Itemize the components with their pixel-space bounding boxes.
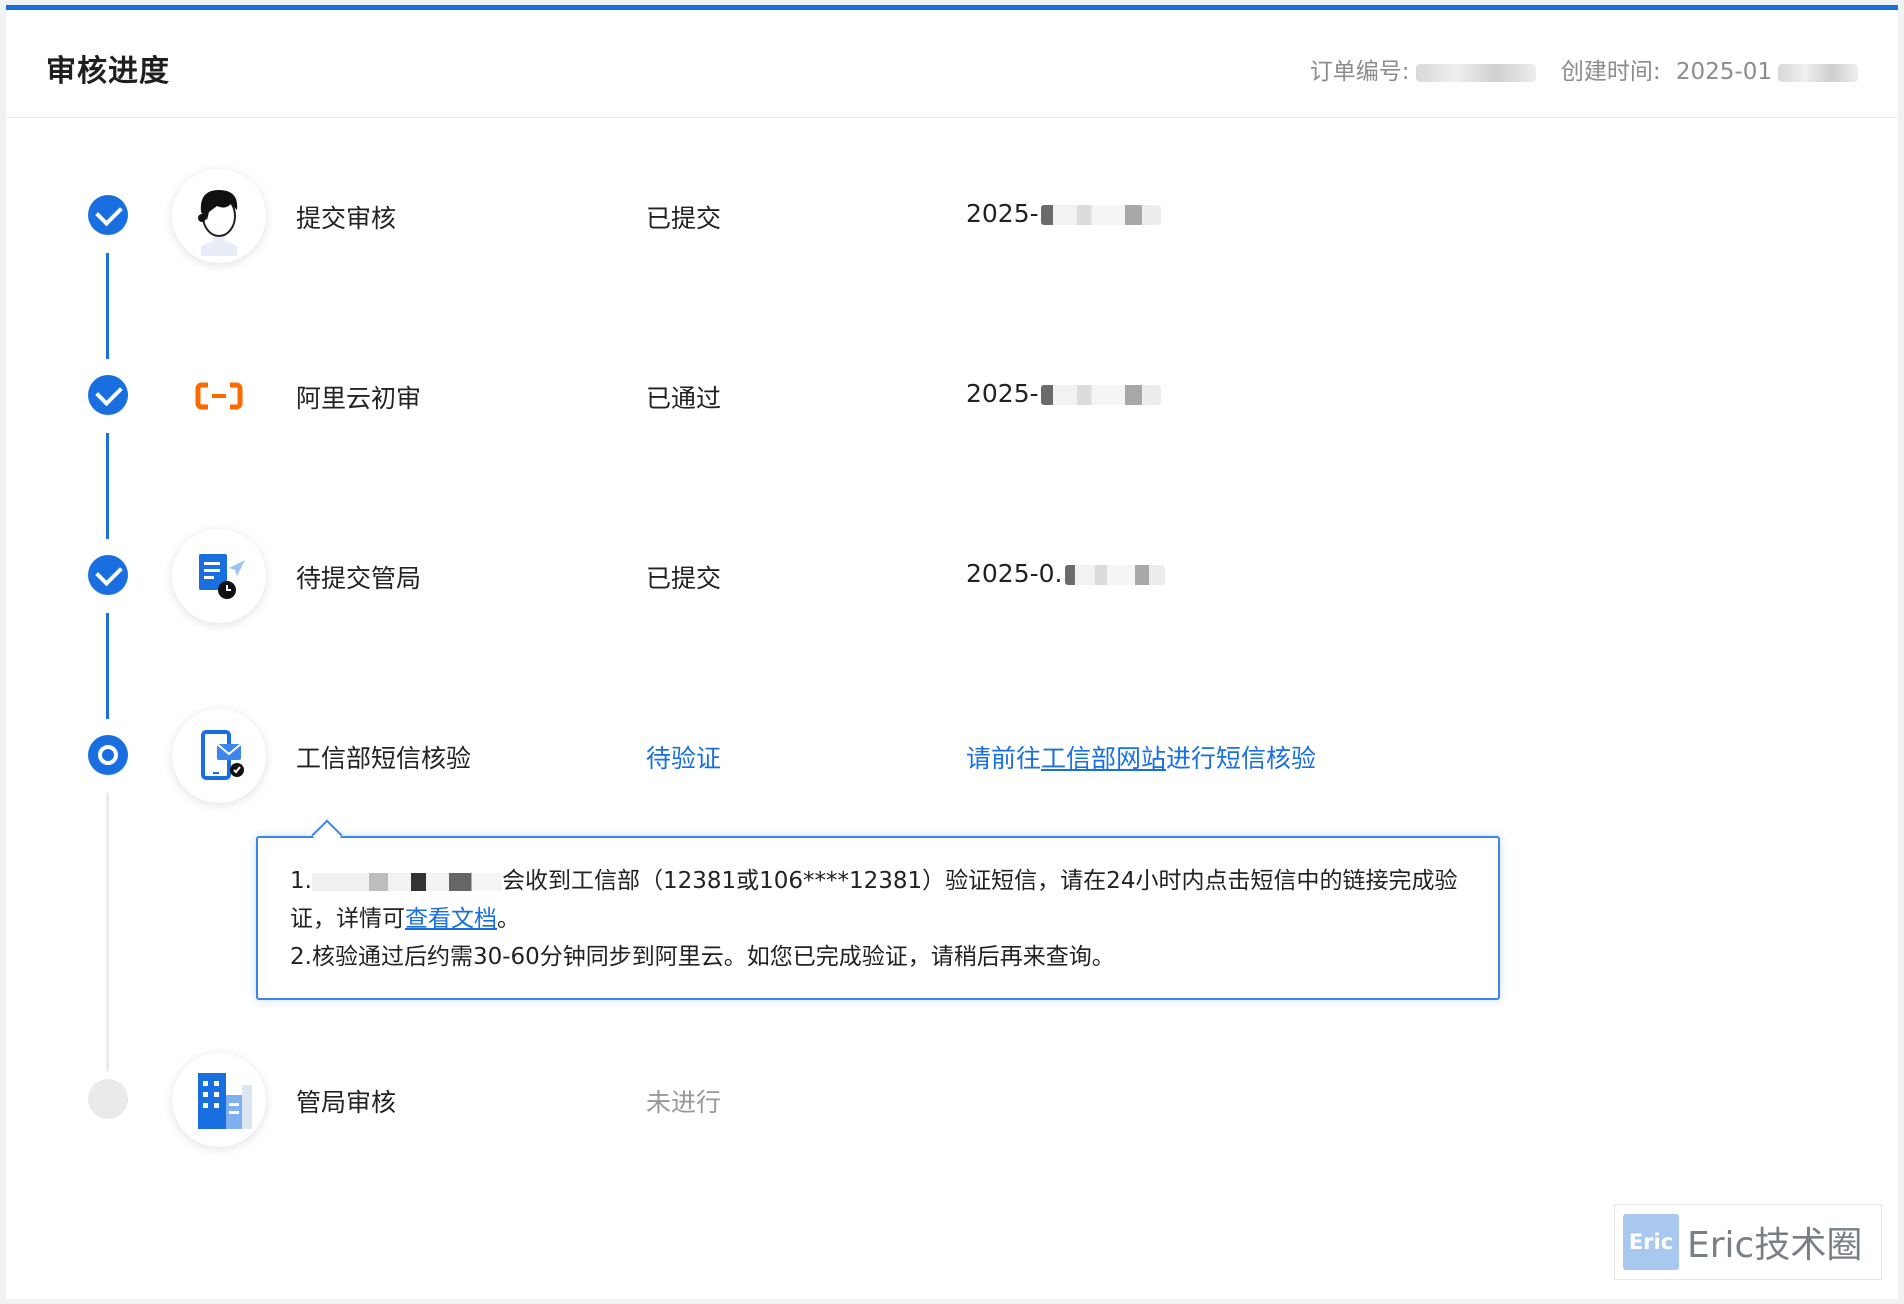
redacted-time <box>1040 385 1161 405</box>
tooltip-line1b-end: 。 <box>497 906 520 932</box>
step-status: 待验证 <box>646 744 722 773</box>
step-status: 已提交 <box>646 564 722 593</box>
redacted-time <box>1040 205 1161 225</box>
step-name: 提交审核 <box>296 204 397 233</box>
tooltip-line1b-text: 证，详情可 <box>290 906 405 932</box>
step-name: 待提交管局 <box>296 564 422 593</box>
created-time-label: 创建时间: <box>1560 59 1661 85</box>
header: 审核进度 订单编号: 创建时间: 2025-01 <box>6 10 1898 118</box>
step-status: 未进行 <box>646 1088 722 1117</box>
step-time: 2025-0. <box>966 559 1165 588</box>
tooltip-line1-text: 会收到工信部（12381或106****12381）验证短信，请在24小时内点击… <box>501 868 1458 894</box>
user-avatar-icon <box>172 169 266 263</box>
order-meta: 订单编号: 创建时间: 2025-01 <box>1310 52 1858 86</box>
step-time-value: 2025- <box>966 199 1039 228</box>
step-done-marker <box>88 555 128 595</box>
building-icon <box>172 1053 266 1147</box>
page-title: 审核进度 <box>46 54 170 89</box>
step-submit-review: 提交审核 已提交 2025- <box>0 161 1904 271</box>
order-number-label: 订单编号: <box>1309 59 1410 85</box>
step-time-value: 2025- <box>966 379 1039 408</box>
phone-message-icon <box>172 709 266 803</box>
step-time-value: 2025-0. <box>966 559 1063 588</box>
step-aliyun-initial-review: 阿里云初审 已通过 2025- <box>0 341 1904 451</box>
step-status: 已提交 <box>646 204 722 233</box>
redacted-phone <box>311 872 502 891</box>
step-action: 请前往工信部网站进行短信核验 <box>966 739 1316 775</box>
action-suffix: 进行短信核验 <box>1166 744 1317 773</box>
tooltip-line-1b: 证，详情可查看文档。 <box>290 900 1466 938</box>
step-status: 已通过 <box>646 384 722 413</box>
redacted-time <box>1064 565 1165 585</box>
step-name: 管局审核 <box>296 1088 397 1117</box>
order-number-redacted <box>1415 63 1536 82</box>
tooltip-line1-prefix: 1. <box>290 868 312 894</box>
step-done-marker <box>88 195 128 235</box>
step-pending-submit-bureau: 待提交管局 已提交 2025-0. <box>0 521 1904 631</box>
tooltip-line-1: 1. 会收到工信部（12381或106****12381）验证短信，请在24小时内… <box>290 862 1466 900</box>
step-miit-sms-verification: 工信部短信核验 待验证 请前往工信部网站进行短信核验 <box>0 701 1904 811</box>
action-prefix: 请前往 <box>966 744 1042 773</box>
step-name: 工信部短信核验 <box>296 744 472 773</box>
watermark: Eric Eric技术圈 <box>1614 1204 1882 1280</box>
step-bureau-review: 管局审核 未进行 <box>0 1045 1904 1155</box>
watermark-text: Eric技术圈 <box>1687 1225 1863 1266</box>
connector-4 <box>106 793 109 1071</box>
sms-verification-tooltip: 1. 会收到工信部（12381或106****12381）验证短信，请在24小时内… <box>256 836 1500 1000</box>
step-name: 阿里云初审 <box>296 384 422 413</box>
miit-website-link[interactable]: 工信部网站 <box>1041 744 1166 773</box>
step-current-marker <box>88 735 128 775</box>
document-send-icon <box>172 529 266 623</box>
created-time-redacted <box>1778 63 1858 82</box>
step-pending-marker <box>88 1079 128 1119</box>
created-time-value: 2025-01 <box>1675 59 1772 85</box>
step-time: 2025- <box>966 199 1161 228</box>
tooltip-line-2: 2.核验通过后约需30-60分钟同步到阿里云。如您已完成验证，请稍后再来查询。 <box>290 944 1115 970</box>
view-doc-link[interactable]: 查看文档 <box>405 906 497 932</box>
watermark-logo: Eric <box>1623 1214 1679 1270</box>
step-time: 2025- <box>966 379 1161 408</box>
aliyun-logo-icon <box>172 349 266 443</box>
step-done-marker <box>88 375 128 415</box>
